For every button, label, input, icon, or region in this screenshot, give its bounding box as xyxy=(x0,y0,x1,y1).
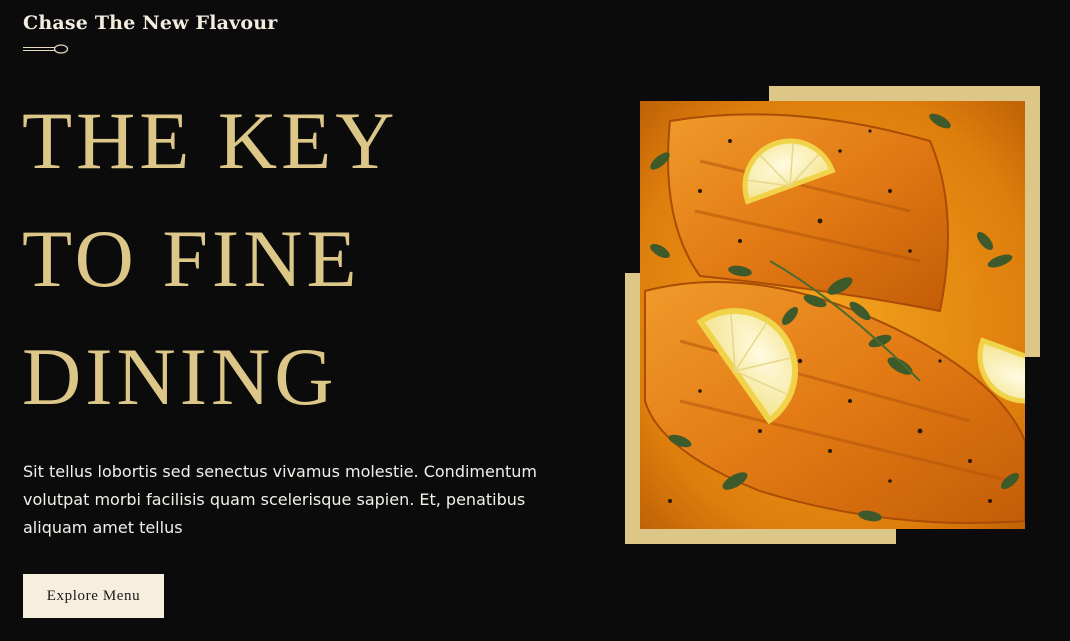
headline-line-1: THE KEY xyxy=(22,95,399,186)
explore-menu-button[interactable]: Explore Menu xyxy=(23,574,164,618)
headline-line-2: TO FINE xyxy=(22,213,361,304)
hero-headline: THE KEY TO FINE DINING xyxy=(22,82,398,436)
hero-description: Sit tellus lobortis sed senectus vivamus… xyxy=(23,462,537,537)
headline-line-3: DINING xyxy=(22,331,338,422)
hero-section: Chase The New Flavour THE KEY TO FINE DI… xyxy=(0,0,1070,641)
salmon-dish-image xyxy=(640,101,1025,529)
tagline: Chase The New Flavour xyxy=(23,12,278,34)
spoon-icon xyxy=(23,44,69,54)
